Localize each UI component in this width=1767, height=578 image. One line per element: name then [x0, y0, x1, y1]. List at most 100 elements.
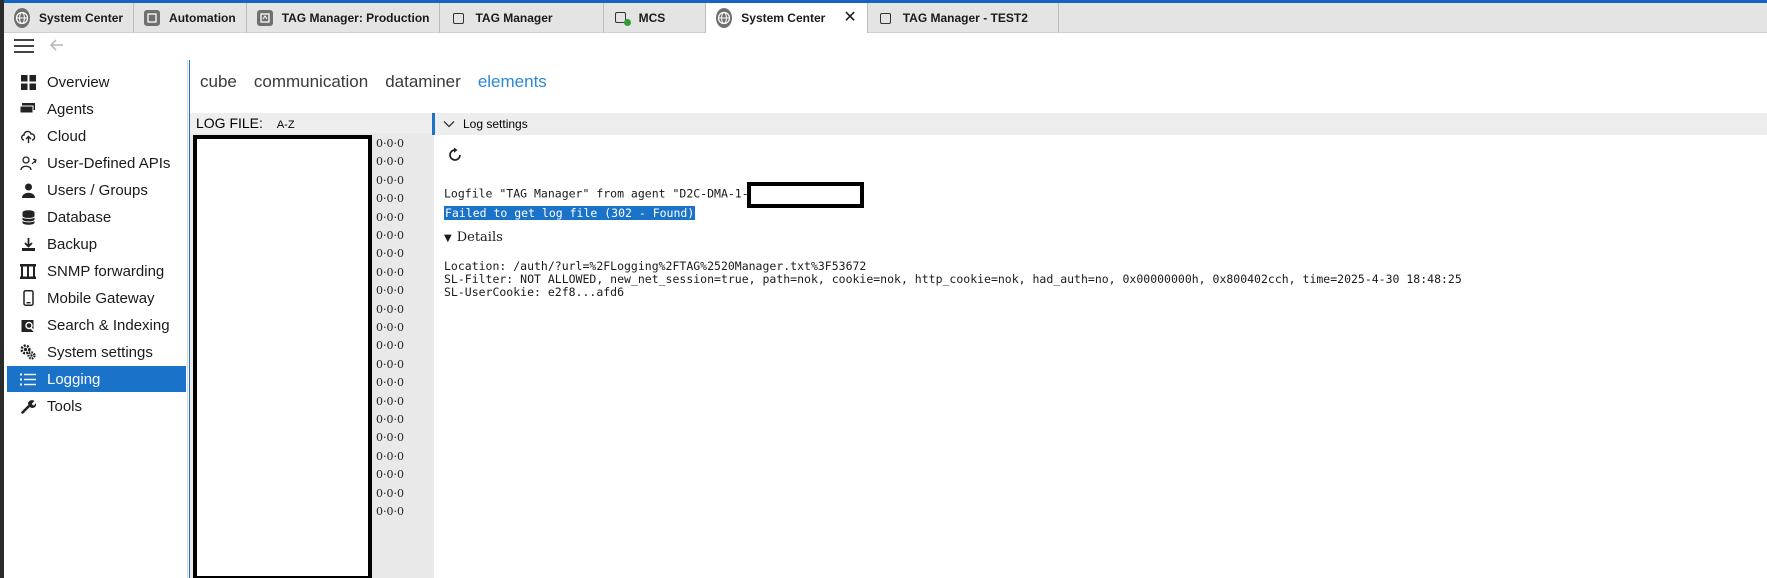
database-icon	[19, 208, 37, 226]
sidebar-item-tools[interactable]: Tools	[7, 393, 186, 419]
logfile-title: LOG FILE:	[196, 115, 263, 131]
logfile-row-value[interactable]: 0·0·0	[376, 487, 404, 500]
sidebar-item-user-defined-apis[interactable]: User-Defined APIs	[7, 150, 186, 176]
agents-icon	[19, 100, 37, 118]
redacted-file-names	[193, 135, 372, 578]
tab-system-center-1[interactable]: System Center	[4, 3, 135, 33]
log-settings-panel: Log settings Logfile "TAG Manager" from …	[432, 113, 1767, 578]
tab-tag-manager[interactable]: TAG Manager	[440, 3, 604, 33]
sidebar-item-label: Cloud	[47, 127, 87, 145]
logfile-row-value[interactable]: 0·0·0	[376, 321, 404, 334]
sidebar-item-label: User-Defined APIs	[47, 154, 171, 172]
logfile-row-value[interactable]: 0·0·0	[376, 266, 404, 279]
tab-system-center-active[interactable]: System Center ✕	[706, 3, 868, 33]
sidebar-item-mobile-gateway[interactable]: Mobile Gateway	[7, 285, 186, 311]
tab-label: System Center	[39, 11, 124, 25]
log-settings-header[interactable]: Log settings	[432, 113, 1767, 135]
redacted-agent-name	[746, 182, 864, 208]
topnav-communication[interactable]: communication	[254, 72, 368, 92]
sidebar-item-label: Users / Groups	[47, 181, 148, 199]
sidebar-item-logging[interactable]: Logging	[7, 366, 186, 392]
chevron-down-icon	[443, 121, 455, 128]
snmp-icon	[19, 262, 37, 280]
logfile-row-value[interactable]: 0·0·0	[376, 174, 404, 187]
logfile-row-value[interactable]: 0·0·0	[376, 376, 404, 389]
api-user-icon	[19, 154, 37, 172]
sidebar-item-system-settings[interactable]: System settings	[7, 339, 186, 365]
app-icon	[144, 10, 161, 26]
logfile-row-value[interactable]: 0·0·0	[376, 450, 404, 463]
sidebar-item-label: Agents	[47, 100, 94, 118]
main-content: cube communication dataminer elements LO…	[189, 60, 1767, 578]
grid-icon	[19, 73, 37, 91]
sidebar-item-label: Overview	[47, 73, 110, 91]
logfile-row-value[interactable]: 0·0·0	[376, 303, 404, 316]
close-icon[interactable]: ✕	[843, 10, 856, 26]
sidebar-item-snmp-forwarding[interactable]: SNMP forwarding	[7, 258, 186, 284]
tab-label: Automation	[169, 11, 236, 25]
topnav-dataminer[interactable]: dataminer	[385, 72, 461, 92]
tab-label: TAG Manager - TEST2	[902, 11, 1028, 25]
wrench-icon	[19, 397, 37, 415]
sort-az-button[interactable]: A-Z	[277, 119, 295, 131]
logfile-row-value[interactable]: 0·0·0	[376, 229, 404, 242]
tab-label: MCS	[638, 11, 666, 25]
toolbar	[4, 34, 1767, 60]
refresh-icon[interactable]	[447, 147, 463, 163]
sidebar-item-label: Database	[47, 208, 112, 226]
square-icon	[878, 10, 894, 26]
back-arrow-icon[interactable]	[48, 36, 68, 56]
tab-label: System Center	[741, 11, 826, 25]
logfile-row-value[interactable]: 0·0·0	[376, 413, 404, 426]
logfile-row-value[interactable]: 0·0·0	[376, 431, 404, 444]
logfile-row-value[interactable]: 0·0·0	[376, 192, 404, 205]
sidebar-item-label: Logging	[47, 370, 101, 388]
sidebar-item-label: Mobile Gateway	[47, 289, 155, 307]
details-sl-filter: SL-Filter: NOT ALLOWED, new_net_session=…	[444, 272, 1462, 286]
logfile-row-value[interactable]: 0·0·0	[376, 468, 404, 481]
sidebar-item-backup[interactable]: Backup	[7, 231, 186, 257]
topnav-elements[interactable]: elements	[478, 72, 547, 92]
logfile-row-value[interactable]: 0·0·0	[376, 395, 404, 408]
tab-tag-manager-test2[interactable]: TAG Manager - TEST2	[868, 3, 1059, 33]
logfile-row-value[interactable]: 0·0·0	[376, 247, 404, 260]
backup-icon	[19, 235, 37, 253]
top-navigation: cube communication dataminer elements	[190, 60, 554, 104]
logfile-row-value[interactable]: 0·0·0	[376, 155, 404, 168]
sidebar-item-label: Backup	[47, 235, 98, 253]
sidebar-item-label: Tools	[47, 397, 83, 415]
search-index-icon	[19, 316, 37, 334]
tab-label: TAG Manager: Production	[281, 11, 430, 25]
sidebar: Overview Agents Cloud User-Defined APIs …	[4, 60, 188, 578]
logfile-row-value[interactable]: 0·0·0	[376, 505, 404, 518]
logfile-row-value[interactable]: 0·0·0	[376, 284, 404, 297]
sidebar-item-users-groups[interactable]: Users / Groups	[7, 177, 186, 203]
tab-tag-manager-production[interactable]: TAG Manager: Production	[247, 3, 441, 33]
square-icon	[450, 10, 466, 26]
tab-automation[interactable]: Automation	[134, 3, 247, 33]
logfile-row-value[interactable]: 0·0·0	[376, 358, 404, 371]
sidebar-item-database[interactable]: Database	[7, 204, 186, 230]
sidebar-item-search-indexing[interactable]: Search & Indexing	[7, 312, 186, 338]
triangle-down-icon: ▼	[444, 233, 452, 244]
error-message: Failed to get log file (302 - Found)	[444, 206, 696, 220]
globe-icon	[716, 8, 733, 28]
logfile-row-value[interactable]: 0·0·0	[376, 137, 404, 150]
tab-bar: System Center Automation TAG Manager: Pr…	[4, 3, 1767, 33]
sidebar-item-agents[interactable]: Agents	[7, 96, 186, 122]
details-sl-usercookie: SL-UserCookie: e2f8...afd6	[444, 285, 625, 299]
log-settings-title: Log settings	[463, 117, 528, 131]
hamburger-menu-icon[interactable]	[14, 39, 34, 53]
logfile-list[interactable]: 0·0·0 0·0·0 0·0·0 0·0·0 0·0·0 0·0·0 0·0·0 0·0·0…	[190, 133, 434, 578]
sidebar-item-cloud[interactable]: Cloud	[7, 123, 186, 149]
mobile-icon	[19, 289, 37, 307]
topnav-cube[interactable]: cube	[200, 72, 237, 92]
details-toggle[interactable]: ▼ Details	[444, 230, 503, 245]
sidebar-item-label: System settings	[47, 343, 153, 361]
tab-mcs[interactable]: MCS	[604, 3, 707, 33]
logfile-row-value[interactable]: 0·0·0	[376, 211, 404, 224]
sidebar-item-overview[interactable]: Overview	[7, 69, 186, 95]
square-status-icon	[614, 10, 631, 26]
logfile-row-value[interactable]: 0·0·0	[376, 339, 404, 352]
details-label: Details	[456, 230, 503, 245]
